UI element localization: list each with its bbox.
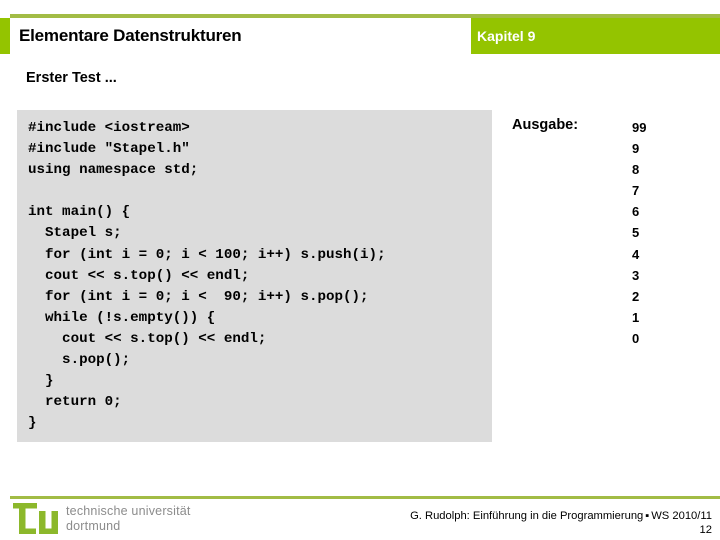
code-panel: #include <iostream> #include "Stapel.h" … [17,110,492,442]
tu-logo-icon [13,503,58,534]
output-value: 3 [632,267,640,283]
footer-credit-term: WS 2010/11 [651,510,712,522]
footer-rule [10,496,720,499]
logo-line-2: dortmund [66,519,121,533]
output-value: 5 [632,225,640,241]
section-subtitle: Erster Test ... [26,70,117,86]
footer-credit: G. Rudolph: Einführung in die Programmie… [410,510,712,522]
page-title: Elementare Datenstrukturen [19,26,242,45]
output-value: 6 [632,204,640,220]
output-value: 0 [632,330,640,346]
page-number: 12 [699,524,712,536]
chapter-label: Kapitel 9 [477,28,536,44]
output-value: 99 [632,120,647,135]
title-plate: Elementare Datenstrukturen [10,18,471,54]
output-values-list: 99 9 8 7 6 5 4 3 2 1 0 [632,117,646,349]
logo-line-1: technische universität [66,504,191,518]
output-value: 8 [632,162,640,178]
footer-credit-title: G. Rudolph: Einführung in die Programmie… [410,510,644,522]
logo-wordmark: technische universität dortmund [66,504,191,534]
output-value: 2 [632,288,640,304]
output-label: Ausgabe: [512,117,579,133]
output-value: 1 [632,309,640,325]
tu-dortmund-logo: technische universität dortmund [13,503,191,534]
output-value: 7 [632,183,640,199]
code-listing: #include <iostream> #include "Stapel.h" … [28,120,386,432]
output-value: 4 [632,246,640,262]
output-value: 9 [632,141,640,157]
slide-header: Elementare Datenstrukturen Kapitel 9 [0,0,720,58]
